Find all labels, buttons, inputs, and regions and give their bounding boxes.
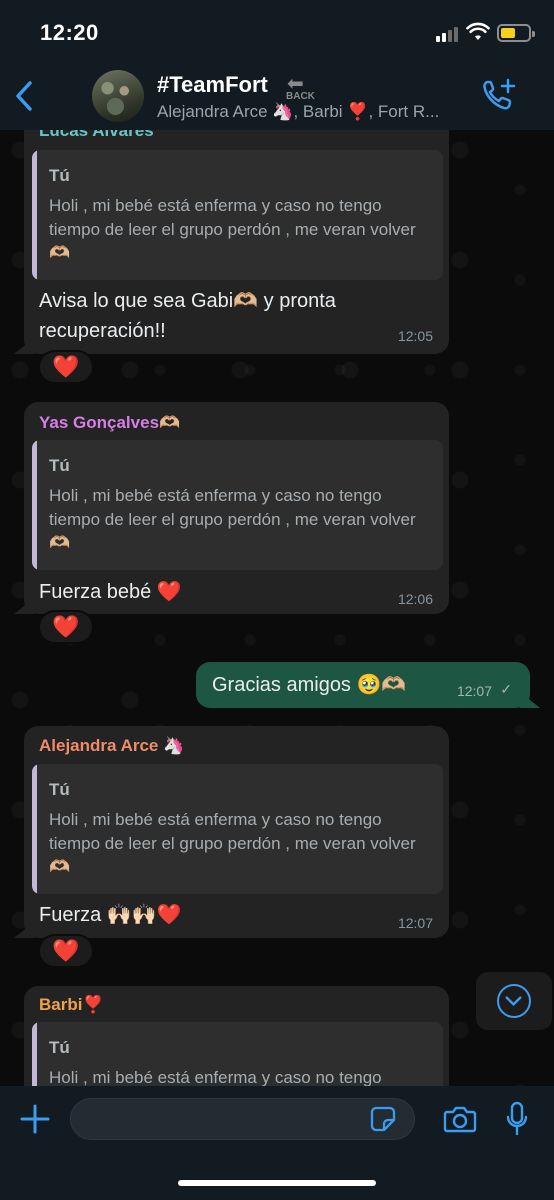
incoming-message-bubble[interactable]: Alejandra Arce 🦄 Tú Holi , mi bebé está … bbox=[24, 726, 449, 938]
message-time: 12:05 bbox=[397, 328, 433, 344]
back-badge-icon: ⬅ BACK bbox=[286, 73, 315, 102]
message-list[interactable]: Lucas Alvares Tú Holi , mi bebé está enf… bbox=[0, 130, 554, 1086]
message-sender: Barbi❣️ bbox=[39, 995, 104, 1014]
message-text: Avisa lo que sea Gabi🫶🏼 y pronta recuper… bbox=[39, 290, 336, 342]
reaction-badge[interactable]: ❤️ bbox=[38, 610, 94, 644]
group-avatar[interactable] bbox=[92, 70, 144, 122]
status-bar: 12:20 bbox=[0, 0, 554, 62]
cellular-signal-icon bbox=[436, 26, 462, 42]
quote-text: Holi , mi bebé está enferma y caso no te… bbox=[49, 810, 416, 876]
message-time: 12:06 bbox=[397, 591, 433, 607]
microphone-icon[interactable] bbox=[506, 1101, 528, 1137]
compose-bar bbox=[0, 1086, 554, 1200]
quote-author: Tú bbox=[49, 780, 70, 799]
battery-icon bbox=[497, 24, 535, 42]
quote-author: Tú bbox=[49, 1038, 70, 1057]
message-text: Fuerza bebé ❤️ bbox=[39, 581, 182, 603]
plus-icon[interactable] bbox=[20, 1104, 50, 1134]
message-sender: Lucas Alvares bbox=[39, 130, 154, 140]
message-time: 12:07 bbox=[456, 683, 492, 699]
scroll-to-bottom-button[interactable] bbox=[476, 972, 552, 1030]
message-text: Fuerza 🙌🏻🙌🏻❤️ bbox=[39, 904, 182, 926]
status-time: 12:20 bbox=[40, 20, 99, 45]
quote-text: Holi , mi bebé está enferma y caso no te… bbox=[49, 196, 416, 262]
outgoing-message-bubble[interactable]: Gracias amigos 🥹🫶🏼 12:07 ✓ bbox=[196, 662, 530, 708]
quote-text: Holi , mi bebé está enferma y caso no te… bbox=[49, 486, 416, 552]
quoted-message[interactable]: Tú Holi , mi bebé está enferma y caso no… bbox=[32, 764, 443, 894]
incoming-message-bubble[interactable]: Barbi❣️ Tú Holi , mi bebé está enferma y… bbox=[24, 986, 449, 1086]
add-call-icon[interactable] bbox=[480, 76, 518, 114]
home-indicator[interactable] bbox=[178, 1180, 376, 1186]
camera-icon[interactable] bbox=[443, 1104, 477, 1134]
reaction-badge[interactable]: ❤️ bbox=[38, 350, 94, 384]
incoming-message-bubble[interactable]: Lucas Alvares Tú Holi , mi bebé está enf… bbox=[24, 130, 449, 354]
chat-title[interactable]: #TeamFort bbox=[157, 72, 268, 98]
quote-author: Tú bbox=[49, 456, 70, 475]
quote-author: Tú bbox=[49, 166, 70, 185]
message-input[interactable] bbox=[70, 1098, 415, 1140]
back-badge-label: BACK bbox=[286, 91, 315, 102]
incoming-message-bubble[interactable]: Yas Gonçalves🫶🏼 Tú Holi , mi bebé está e… bbox=[24, 402, 449, 614]
reaction-badge[interactable]: ❤️ bbox=[38, 934, 94, 968]
message-sender: Yas Gonçalves🫶🏼 bbox=[39, 413, 181, 432]
read-status-icon: ✓ bbox=[500, 681, 512, 697]
quoted-message[interactable]: Tú Holi , mi bebé está enferma y caso no… bbox=[32, 150, 443, 280]
chevron-down-icon bbox=[497, 984, 531, 1018]
quoted-message[interactable]: Tú Holi , mi bebé está enferma y caso no… bbox=[32, 440, 443, 570]
wifi-icon bbox=[466, 22, 490, 40]
chat-subtitle[interactable]: Alejandra Arce 🦄, Barbi ❣️, Fort R... bbox=[157, 102, 439, 122]
message-text: Gracias amigos 🥹🫶🏼 bbox=[212, 674, 407, 696]
back-chevron-icon[interactable] bbox=[10, 76, 38, 116]
message-sender: Alejandra Arce 🦄 bbox=[39, 736, 185, 755]
chat-header: #TeamFort ⬅ BACK Alejandra Arce 🦄, Barbi… bbox=[0, 62, 554, 130]
message-time: 12:07 bbox=[397, 915, 433, 931]
sticker-icon[interactable] bbox=[370, 1106, 396, 1132]
quote-text: Holi , mi bebé está enferma y caso no te… bbox=[49, 1068, 382, 1086]
quoted-message[interactable]: Tú Holi , mi bebé está enferma y caso no… bbox=[32, 1022, 443, 1086]
